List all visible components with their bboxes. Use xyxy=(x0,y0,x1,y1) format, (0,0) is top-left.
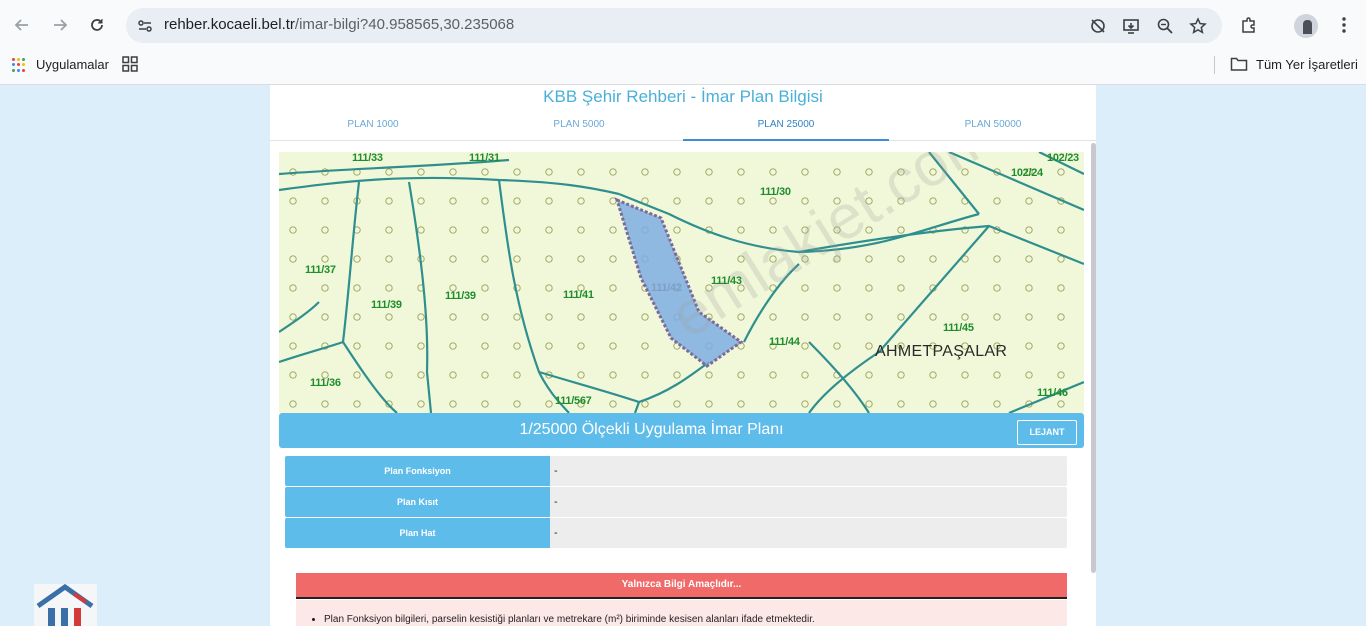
tab-plan-25000[interactable]: PLAN 25000 xyxy=(683,113,889,141)
folder-icon xyxy=(1230,57,1248,71)
extensions-icon[interactable] xyxy=(1237,13,1261,37)
parcel-label: 111/39 xyxy=(371,299,402,311)
bookmarks-bar: Uygulamalar Tüm Yer İşaretleri xyxy=(0,50,1366,85)
info-label: Plan Hat xyxy=(285,518,550,548)
info-row-plan-line: Plan Hat - xyxy=(285,518,1067,548)
parcel-label: 111/36 xyxy=(310,377,341,389)
parcel-label: 111/44 xyxy=(769,336,800,348)
url-text[interactable]: rehber.kocaeli.bel.tr/imar-bilgi?40.9585… xyxy=(164,16,514,33)
bookmark-star-icon[interactable] xyxy=(1188,16,1208,36)
notice-item: Plan Fonksiyon bilgileri, parselin kesis… xyxy=(324,614,815,625)
tab-plan-50000[interactable]: PLAN 50000 xyxy=(890,113,1096,141)
all-bookmarks[interactable]: Tüm Yer İşaretleri xyxy=(1230,56,1358,72)
address-bar[interactable]: rehber.kocaeli.bel.tr/imar-bilgi?40.9585… xyxy=(126,8,1222,43)
url-host: rehber.kocaeli.bel.tr xyxy=(164,16,295,33)
notice-body: Plan Fonksiyon bilgileri, parselin kesis… xyxy=(296,600,1067,626)
tab-groups-icon[interactable] xyxy=(122,56,138,72)
parcel-label: 111/39 xyxy=(445,290,476,302)
bookmark-apps[interactable]: Uygulamalar xyxy=(12,57,109,72)
plan-scale-header: 1/25000 Ölçekli Uygulama İmar Planı LEJA… xyxy=(279,413,1084,448)
reload-button[interactable] xyxy=(85,13,109,37)
info-row-plan-function: Plan Fonksiyon - xyxy=(285,456,1067,486)
back-arrow-icon xyxy=(14,19,28,31)
plan-map[interactable]: emlakjet.com 111/33 111/31 102/23 102/24… xyxy=(279,152,1084,413)
url-path: /imar-bilgi?40.958565,30.235068 xyxy=(294,16,515,33)
bookmark-apps-label: Uygulamalar xyxy=(36,57,109,72)
page-title: KBB Şehir Rehberi - İmar Plan Bilgisi xyxy=(543,87,823,106)
house-logo-icon xyxy=(36,583,94,626)
info-label: Plan Kısıt xyxy=(285,487,550,517)
bookmarks-separator xyxy=(1214,56,1215,74)
parcel-label: 111/41 xyxy=(563,289,594,301)
info-row-plan-constraint: Plan Kısıt - xyxy=(285,487,1067,517)
selected-parcel-label: 111/42 xyxy=(651,282,682,294)
plan-tabs: PLAN 1000 PLAN 5000 PLAN 25000 PLAN 5000… xyxy=(270,113,1096,141)
reload-icon xyxy=(91,19,103,31)
forward-arrow-icon xyxy=(54,19,68,31)
back-button[interactable] xyxy=(10,13,34,37)
parcel-label: 102/23 xyxy=(1047,152,1079,164)
notice-title: Yalnızca Bilgi Amaçlıdır... xyxy=(296,573,1067,599)
parcel-label: 111/46 xyxy=(1037,387,1068,399)
parcel-label: 111/45 xyxy=(943,322,974,334)
apps-grid-icon xyxy=(12,57,27,72)
browser-toolbar: rehber.kocaeli.bel.tr/imar-bilgi?40.9585… xyxy=(0,0,1366,50)
info-value: - xyxy=(550,518,1067,548)
parcel-label: 111/43 xyxy=(711,275,742,287)
locality-label: AHMETPAŞALAR xyxy=(875,343,1008,360)
all-bookmarks-label: Tüm Yer İşaretleri xyxy=(1256,56,1358,72)
info-value: - xyxy=(550,487,1067,517)
parcel-label: 111/31 xyxy=(469,152,500,164)
tab-plan-5000[interactable]: PLAN 5000 xyxy=(476,113,682,141)
tracking-protection-icon[interactable] xyxy=(1088,16,1108,36)
parcel-label: 111/37 xyxy=(305,264,336,276)
parcel-label: 111/33 xyxy=(352,152,383,164)
zoom-icon[interactable] xyxy=(1155,16,1175,36)
info-value: - xyxy=(550,456,1067,486)
tab-plan-1000[interactable]: PLAN 1000 xyxy=(270,113,476,141)
parcel-label: 102/24 xyxy=(1011,167,1043,179)
parcel-label: 111/30 xyxy=(760,186,791,198)
house-logo xyxy=(34,583,97,626)
parcel-label: 111/567 xyxy=(555,395,592,407)
info-label: Plan Fonksiyon xyxy=(285,456,550,486)
page-scrollbar[interactable] xyxy=(1091,143,1096,573)
install-app-icon[interactable] xyxy=(1121,16,1141,36)
forward-button[interactable] xyxy=(48,13,72,37)
legend-button[interactable]: LEJANT xyxy=(1017,420,1077,445)
plan-scale-title: 1/25000 Ölçekli Uygulama İmar Planı xyxy=(519,421,784,438)
profile-avatar[interactable] xyxy=(1294,14,1318,38)
browser-menu-icon[interactable] xyxy=(1332,13,1356,37)
site-info-icon[interactable] xyxy=(136,17,154,35)
